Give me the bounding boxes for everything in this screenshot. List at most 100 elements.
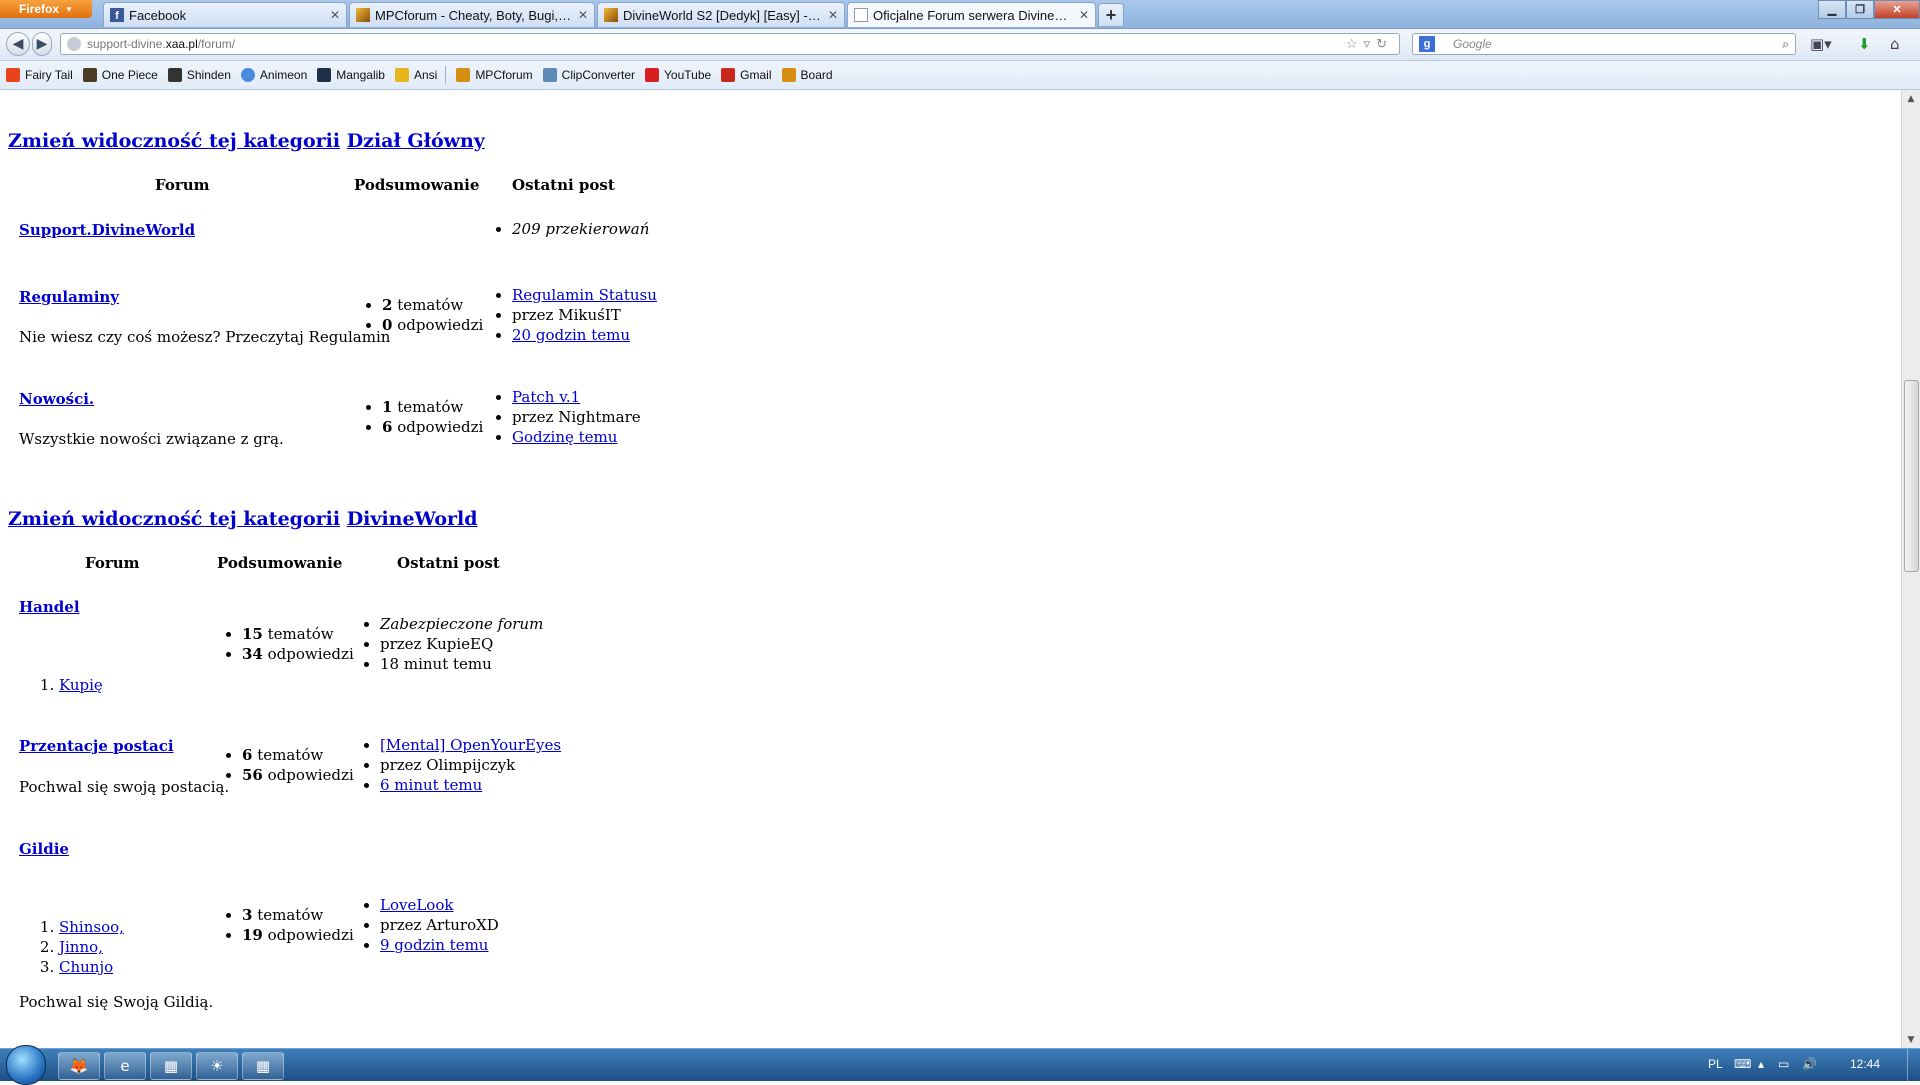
bookmark-shinden[interactable]: Shinden <box>167 68 231 82</box>
bookmark-animeon[interactable]: Animeon <box>240 68 308 82</box>
subforum-link-kupie[interactable]: Kupię <box>59 676 103 694</box>
last-post-time: 18 minut temu <box>380 654 543 674</box>
subforum-link-chunjo[interactable]: Chunjo <box>59 958 113 976</box>
volume-icon[interactable]: 🔊 <box>1802 1057 1817 1071</box>
search-bar[interactable]: g Google ⌕ <box>1412 33 1796 55</box>
forum-link-nowosci[interactable]: Nowości. <box>19 390 94 408</box>
replies-count: 0 odpowiedzi <box>382 315 483 335</box>
category-name-link[interactable]: DivineWorld <box>347 508 478 530</box>
history-dropdown-icon[interactable]: ▿ <box>1364 36 1377 51</box>
downloads-icon[interactable]: ⬇ <box>1858 35 1871 53</box>
youtube-icon <box>645 68 660 82</box>
subforum-link-jinno[interactable]: Jinno, <box>59 938 103 956</box>
taskbar-firefox-icon[interactable]: 🦊 <box>58 1052 100 1080</box>
last-post-author: przez MikuśIT <box>512 305 657 325</box>
last-post-list: Patch v.1 przez Nightmare Godzinę temu <box>494 387 641 447</box>
subforum-link-shinsoo[interactable]: Shinsoo, <box>59 918 124 936</box>
bookmark-mpcforum[interactable]: MPCforum <box>456 68 533 82</box>
maximize-icon[interactable]: ❐ <box>1846 0 1874 19</box>
clock[interactable]: 12:44 <box>1850 1057 1880 1071</box>
bookmark-fairy-tail[interactable]: Fairy Tail <box>6 68 73 82</box>
back-button[interactable]: ◀ <box>6 32 30 56</box>
last-post-time-link[interactable]: 20 godzin temu <box>512 326 630 344</box>
forum-link-regulaminy[interactable]: Regulaminy <box>19 288 119 306</box>
show-desktop-button[interactable] <box>1907 1049 1920 1081</box>
last-post-title: Patch v.1 <box>512 387 641 407</box>
bookmark-board[interactable]: Board <box>781 68 833 82</box>
forward-button[interactable]: ▶ <box>32 32 52 56</box>
replies-number: 56 <box>242 766 263 784</box>
last-post-link[interactable]: LoveLook <box>380 896 453 914</box>
firefox-menu-button[interactable]: Firefox ▼ <box>0 0 92 18</box>
bookmark-one-piece[interactable]: One Piece <box>82 68 158 82</box>
last-post-link[interactable]: Regulamin Statusu <box>512 286 657 304</box>
bookmark-mangalib[interactable]: Mangalib <box>317 68 385 82</box>
column-header-forum: Forum <box>155 176 210 194</box>
language-indicator[interactable]: PL <box>1708 1057 1723 1071</box>
bookmark-gmail[interactable]: Gmail <box>721 68 772 82</box>
start-button[interactable] <box>6 1045 46 1085</box>
tab-divineworld-mpc[interactable]: DivineWorld S2 [Dedyk] [Easy] - stron...… <box>597 2 845 27</box>
back-arrow-icon: ◀ <box>12 36 24 52</box>
bookmark-ansi[interactable]: Ansi <box>394 68 437 82</box>
bookmark-clipconverter[interactable]: ClipConverter <box>542 68 635 82</box>
url-bar[interactable]: support-divine.xaa.pl/forum/ ☆▿↻ <box>60 33 1400 55</box>
network-icon[interactable]: ▭ <box>1778 1057 1789 1071</box>
tab-facebook[interactable]: f Facebook ✕ <box>103 2 347 27</box>
scroll-up-icon[interactable]: ▲ <box>1902 90 1920 107</box>
subforum-list: Kupię <box>19 675 103 695</box>
forum-stats: 15 tematów 34 odpowiedzi <box>224 624 354 664</box>
taskbar-game-icon[interactable]: ▦ <box>150 1052 192 1080</box>
minimize-icon[interactable]: ▁ <box>1818 0 1846 19</box>
google-engine-icon[interactable]: g <box>1419 36 1435 52</box>
keyboard-icon[interactable]: ⌨ <box>1734 1057 1751 1071</box>
home-icon[interactable]: ⌂ <box>1890 35 1900 53</box>
bookmark-label: Fairy Tail <box>25 68 73 82</box>
replies-count: 19 odpowiedzi <box>242 925 354 945</box>
show-hidden-icons-icon[interactable]: ▴ <box>1758 1057 1764 1071</box>
last-post-time: 9 godzin temu <box>380 935 499 955</box>
scrollbar-thumb[interactable] <box>1904 380 1919 572</box>
bookmark-label: One Piece <box>101 68 158 82</box>
last-post-link[interactable]: Patch v.1 <box>512 388 580 406</box>
last-post-author: przez Nightmare <box>512 407 641 427</box>
close-tab-icon[interactable]: ✕ <box>330 8 340 22</box>
tab-oficjalne-forum[interactable]: Oficjalne Forum serwera DivineWorld ✕ <box>847 2 1096 27</box>
toggle-category-link[interactable]: Zmień widoczność tej kategorii <box>8 508 340 530</box>
tab-mpcforum[interactable]: MPCforum - Cheaty, Boty, Bugi, Hac... ✕ <box>349 2 595 27</box>
forum-link-przentacje-postaci[interactable]: Przentacje postaci <box>19 737 174 755</box>
reload-icon[interactable]: ↻ <box>1376 36 1393 51</box>
scroll-down-icon[interactable]: ▼ <box>1902 1031 1920 1048</box>
last-post-author: przez Olimpijczyk <box>380 755 561 775</box>
new-tab-button[interactable]: + <box>1098 3 1124 27</box>
last-post-list: [Mental] OpenYourEyes przez Olimpijczyk … <box>362 735 561 795</box>
site-identity-icon[interactable] <box>67 37 81 51</box>
forum-link-handel[interactable]: Handel <box>19 598 80 616</box>
navigation-bar: ◀ ▶ support-divine.xaa.pl/forum/ ☆▿↻ g G… <box>0 29 1920 61</box>
bookmark-star-icon[interactable]: ☆ <box>1346 36 1364 51</box>
search-magnifier-icon[interactable]: ⌕ <box>1782 37 1789 52</box>
vertical-scrollbar[interactable]: ▲ ▼ <box>1901 90 1920 1048</box>
ansi-icon <box>394 68 409 82</box>
category-header-dzial-glowny: Zmień widoczność tej kategorii Dział Głó… <box>8 130 485 152</box>
last-post-time-link[interactable]: Godzinę temu <box>512 428 617 446</box>
last-post-time-link[interactable]: 6 minut temu <box>380 776 482 794</box>
last-post-link[interactable]: [Mental] OpenYourEyes <box>380 736 561 754</box>
last-post-title: [Mental] OpenYourEyes <box>380 735 561 755</box>
category-name-link[interactable]: Dział Główny <box>347 130 485 152</box>
close-tab-icon[interactable]: ✕ <box>828 8 838 22</box>
bookmark-youtube[interactable]: YouTube <box>645 68 711 82</box>
forum-link-gildie[interactable]: Gildie <box>19 840 69 858</box>
close-tab-icon[interactable]: ✕ <box>578 8 588 22</box>
toggle-category-link[interactable]: Zmień widoczność tej kategorii <box>8 130 340 152</box>
close-tab-icon[interactable]: ✕ <box>1079 8 1089 22</box>
close-window-icon[interactable]: ✕ <box>1874 0 1920 19</box>
taskbar-sun-app-icon[interactable]: ☀ <box>196 1052 238 1080</box>
forum-link-support-divineworld[interactable]: Support.DivineWorld <box>19 221 195 239</box>
mpcforum-icon <box>604 8 618 22</box>
bookmarks-menu-icon[interactable]: ▣▾ <box>1810 35 1832 53</box>
taskbar-internet-explorer-icon[interactable]: e <box>104 1052 146 1080</box>
last-post-time-link[interactable]: 9 godzin temu <box>380 936 488 954</box>
bookmark-label: Animeon <box>259 68 308 82</box>
taskbar-game2-icon[interactable]: ▦ <box>242 1052 284 1080</box>
